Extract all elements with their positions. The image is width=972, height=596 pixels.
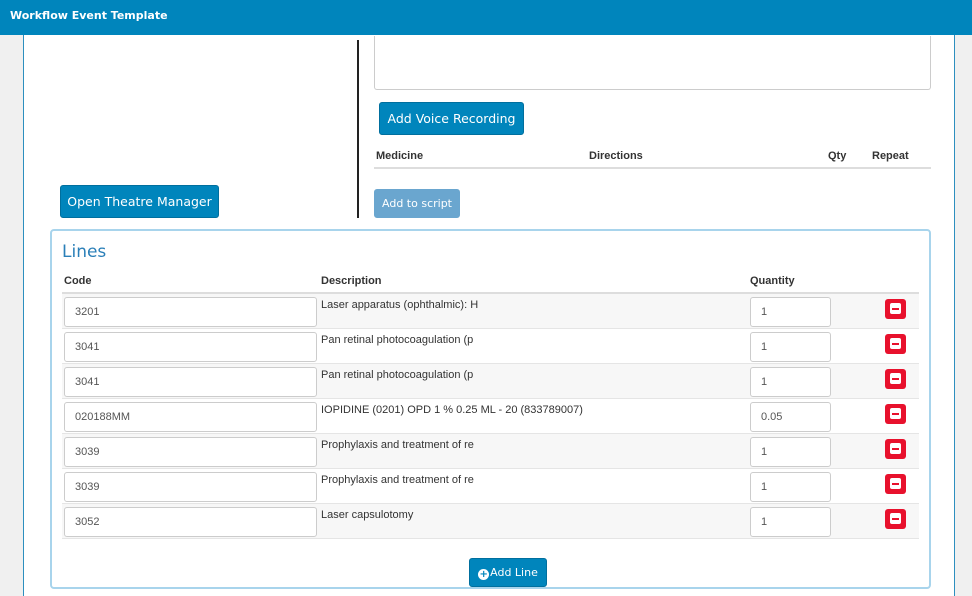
remove-line-icon[interactable] <box>885 369 906 389</box>
app-header: Workflow Event Template <box>0 0 972 35</box>
table-row: 3052 Laser capsulotomy 1 <box>62 504 919 539</box>
lines-title: Lines <box>62 242 107 262</box>
description-text: Laser capsulotomy <box>321 509 414 521</box>
col-directions: Directions <box>589 150 643 162</box>
window-title: Workflow Event Template <box>10 9 168 22</box>
col-medicine: Medicine <box>376 150 424 162</box>
remove-line-icon[interactable] <box>885 509 906 529</box>
code-input[interactable]: 3041 <box>64 367 317 397</box>
plus-circle-icon: + <box>478 569 490 580</box>
table-row: 3041 Pan retinal photocoagulation (p 1 <box>62 329 919 364</box>
table-row: 3039 Prophylaxis and treatment of re 1 <box>62 469 919 504</box>
table-row: 3201 Laser apparatus (ophthalmic): H 1 <box>62 294 919 329</box>
remove-line-icon[interactable] <box>885 404 906 424</box>
description-text: Prophylaxis and treatment of re <box>321 439 474 451</box>
description-text: IOPIDINE (0201) OPD 1 % 0.25 ML - 20 (83… <box>321 404 583 416</box>
remove-line-icon[interactable] <box>885 334 906 354</box>
code-input[interactable]: 3052 <box>64 507 317 537</box>
table-row: 020188MM IOPIDINE (0201) OPD 1 % 0.25 ML… <box>62 399 919 434</box>
description-text: Pan retinal photocoagulation (p <box>321 369 474 381</box>
code-input[interactable]: 3201 <box>64 297 317 327</box>
col-quantity: Quantity <box>750 275 795 287</box>
remove-line-icon[interactable] <box>885 299 906 319</box>
notes-textarea[interactable] <box>374 36 931 90</box>
quantity-input[interactable]: 1 <box>750 332 831 362</box>
remove-line-icon[interactable] <box>885 439 906 459</box>
quantity-input[interactable]: 1 <box>750 507 831 537</box>
add-to-script-button[interactable]: Add to script <box>374 189 460 218</box>
table-row: 3039 Prophylaxis and treatment of re 1 <box>62 434 919 469</box>
table-row: 3041 Pan retinal photocoagulation (p 1 <box>62 364 919 399</box>
description-text: Prophylaxis and treatment of re <box>321 474 474 486</box>
col-repeat: Repeat <box>872 150 909 162</box>
description-text: Laser apparatus (ophthalmic): H <box>321 299 479 311</box>
code-input[interactable]: 3041 <box>64 332 317 362</box>
description-text: Pan retinal photocoagulation (p <box>321 334 474 346</box>
script-table-divider <box>374 167 931 169</box>
code-input[interactable]: 3039 <box>64 437 317 467</box>
code-input[interactable]: 020188MM <box>64 402 317 432</box>
add-voice-recording-button[interactable]: Add Voice Recording <box>379 102 524 135</box>
quantity-input[interactable]: 1 <box>750 367 831 397</box>
add-line-button[interactable]: + Add Line <box>469 558 547 587</box>
remove-line-icon[interactable] <box>885 474 906 494</box>
open-theatre-manager-button[interactable]: Open Theatre Manager <box>60 185 219 218</box>
add-line-label: Add Line <box>490 566 538 579</box>
quantity-input[interactable]: 1 <box>750 472 831 502</box>
col-description: Description <box>321 275 382 287</box>
quantity-input[interactable]: 1 <box>750 297 831 327</box>
col-code: Code <box>64 275 92 287</box>
quantity-input[interactable]: 0.05 <box>750 402 831 432</box>
code-input[interactable]: 3039 <box>64 472 317 502</box>
vertical-divider <box>357 40 359 218</box>
col-qty: Qty <box>828 150 847 162</box>
quantity-input[interactable]: 1 <box>750 437 831 467</box>
